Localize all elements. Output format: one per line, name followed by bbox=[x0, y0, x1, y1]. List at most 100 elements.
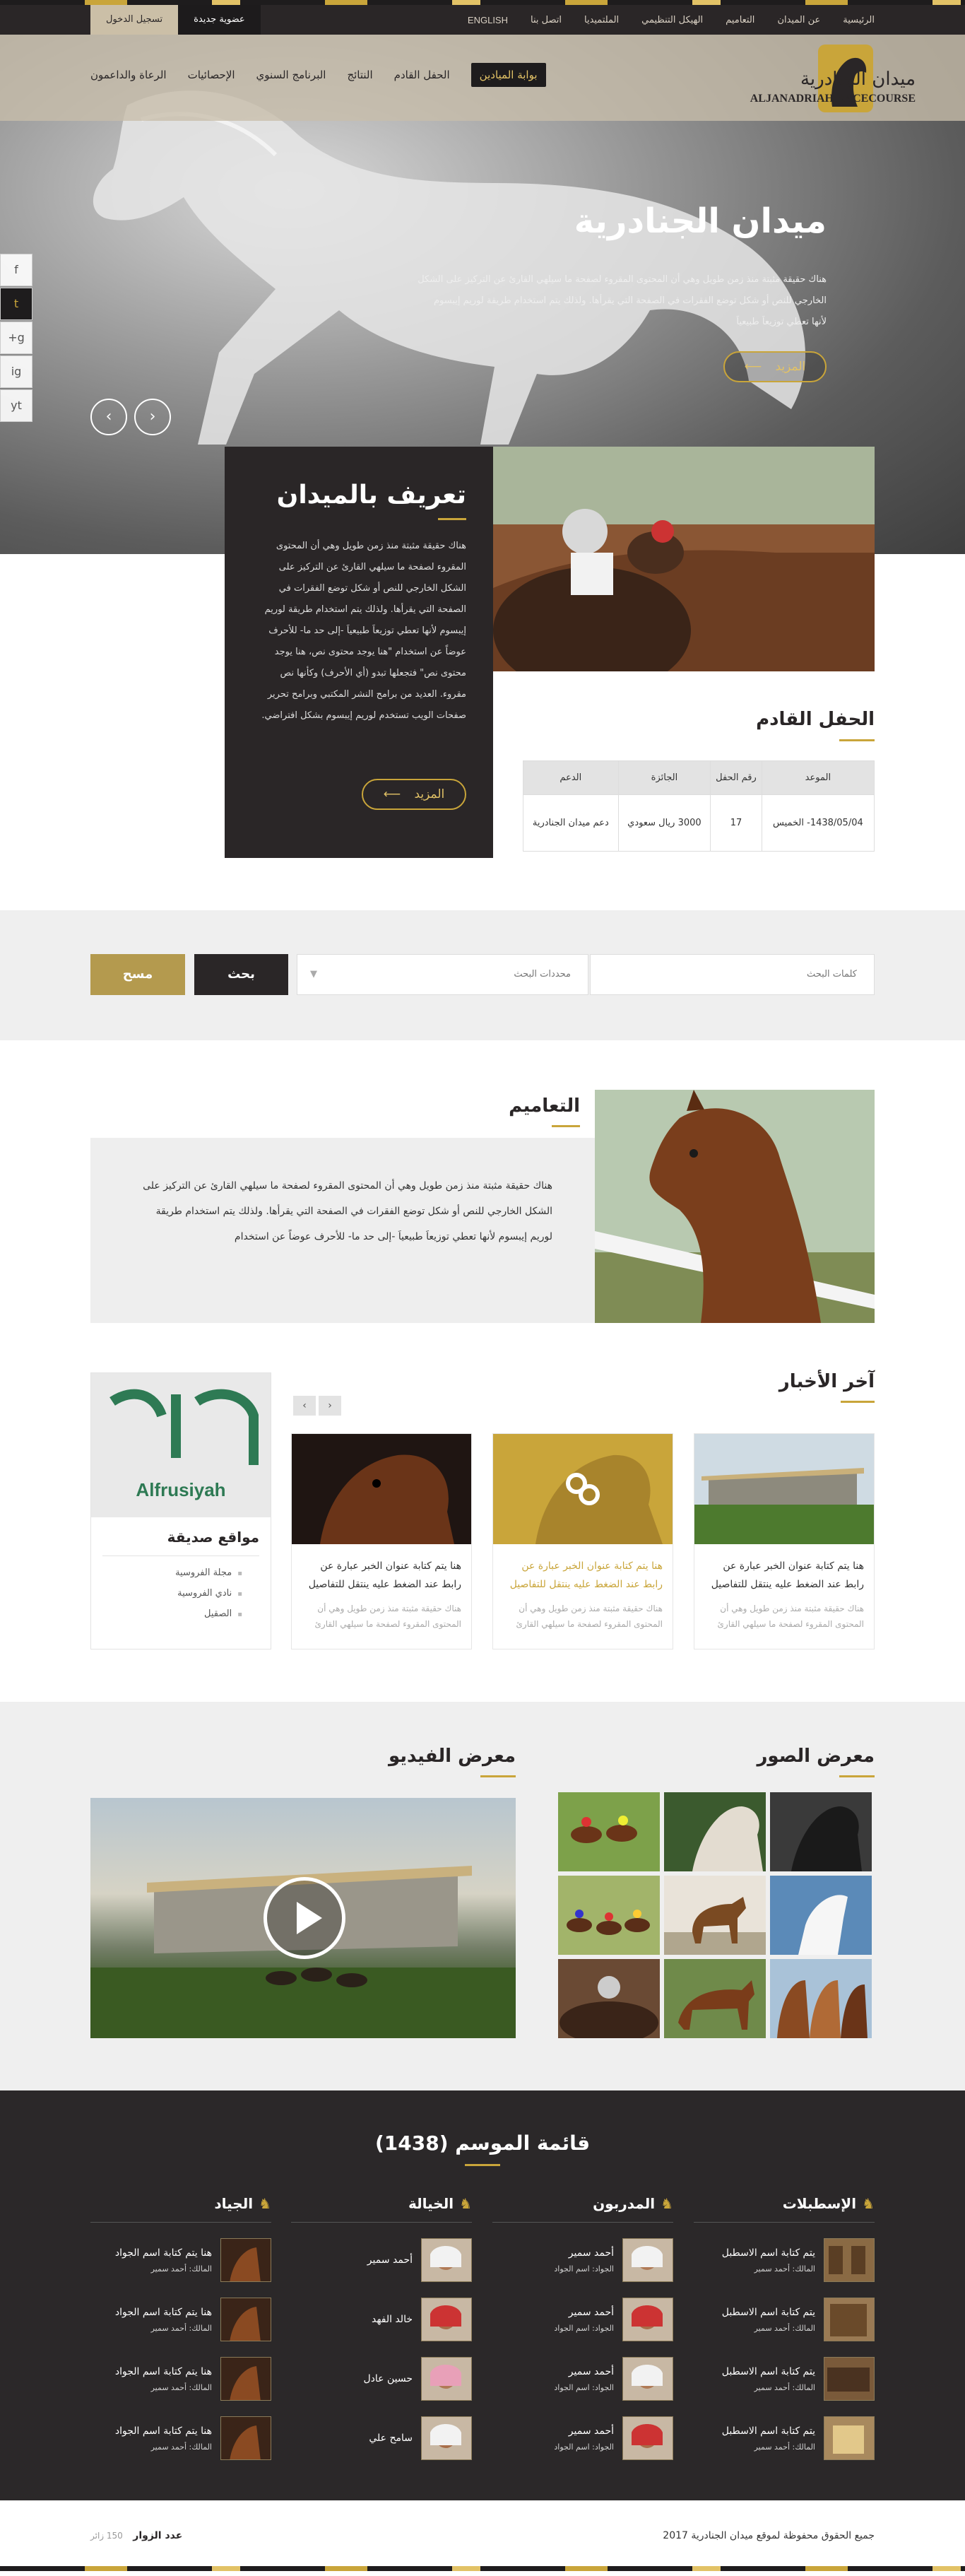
list-item[interactable]: سامح علي bbox=[291, 2416, 472, 2460]
hero-title: ميدان الجنادرية bbox=[574, 201, 827, 241]
login-button[interactable]: تسجيل الدخول bbox=[90, 5, 179, 35]
main-nav-annual-program[interactable]: البرنامج السنوي bbox=[256, 69, 326, 81]
top-nav-contact[interactable]: اتصل بنا bbox=[531, 15, 562, 25]
friend-site-link[interactable]: الصقيل bbox=[102, 1604, 242, 1625]
news-excerpt: هناك حقيقة مثبتة منذ زمن طويل وهي أن الم… bbox=[516, 1604, 663, 1629]
news-card[interactable]: هنا يتم كتابة عنوان الخبر عبارة عن رابط … bbox=[291, 1433, 472, 1649]
news-card[interactable]: هنا يتم كتابة عنوان الخبر عبارة عن رابط … bbox=[492, 1433, 673, 1649]
list-item[interactable]: أحمد سمير الجواد: اسم الجواد bbox=[492, 2298, 673, 2341]
search-filter-label: محددات البحث bbox=[514, 969, 571, 980]
youtube-icon[interactable]: yt bbox=[0, 389, 32, 422]
footer: جميع الحقوق محفوظة لموقع ميدان الجنادرية… bbox=[0, 2500, 965, 2571]
friend-site-link[interactable]: نادي الفروسية bbox=[102, 1584, 242, 1604]
stable-thumb bbox=[824, 2238, 875, 2282]
bottom-stripe bbox=[0, 2566, 965, 2571]
main-nav-portal[interactable]: بوابة الميادين bbox=[470, 63, 546, 87]
gallery-photo[interactable] bbox=[664, 1959, 766, 2038]
top-nav-home[interactable]: الرئيسية bbox=[843, 15, 875, 25]
slider-prev-icon[interactable]: ‹ bbox=[90, 399, 127, 435]
list-item[interactable]: هنا يتم كتابة اسم الجواد المالك: أحمد سمي… bbox=[90, 2298, 271, 2341]
google-plus-icon[interactable]: g+ bbox=[0, 322, 32, 354]
list-item[interactable]: أحمد سمير bbox=[291, 2238, 472, 2282]
list-item[interactable]: هنا يتم كتابة اسم الجواد المالك: أحمد سمي… bbox=[90, 2357, 271, 2401]
hero-more-button[interactable]: المزيد ⟵ bbox=[723, 351, 827, 382]
alfrusiyah-logo[interactable]: Alfrusiyah bbox=[91, 1373, 271, 1517]
facebook-icon[interactable]: f bbox=[0, 254, 32, 286]
slider-next-icon[interactable]: › bbox=[134, 399, 171, 435]
horse-thumb-image bbox=[221, 2239, 271, 2281]
search-section: كلمات البحث محددات البحث ▼ بحث مسح bbox=[0, 910, 965, 1040]
main-nav-statistics[interactable]: الإحصائيات bbox=[188, 69, 235, 81]
twitter-icon[interactable]: t bbox=[0, 288, 32, 320]
list-item[interactable]: يتم كتابة اسم الاسطبل المالك: أحمد سمير bbox=[694, 2238, 875, 2282]
clear-button[interactable]: مسح bbox=[90, 954, 185, 995]
play-icon[interactable] bbox=[264, 1877, 345, 1959]
list-item[interactable]: هنا يتم كتابة اسم الجواد المالك: أحمد سمي… bbox=[90, 2238, 271, 2282]
avatar bbox=[421, 2416, 472, 2460]
list-item[interactable]: أحمد سمير الجواد: اسم الجواد bbox=[492, 2357, 673, 2401]
jockey-name: سامح علي bbox=[369, 2433, 413, 2444]
gallery-photo[interactable] bbox=[770, 1792, 872, 1871]
friend-site-link[interactable]: مجلة الفروسية bbox=[102, 1563, 242, 1584]
main-nav-upcoming[interactable]: الحفل القادم bbox=[394, 69, 450, 81]
gallery-photo-image bbox=[664, 1959, 766, 2038]
list-item[interactable]: خالد الفهد bbox=[291, 2298, 472, 2341]
hero-slider-arrows: ‹ › bbox=[90, 399, 171, 435]
news-next-icon[interactable]: › bbox=[319, 1396, 341, 1416]
search-filter-select[interactable]: محددات البحث ▼ bbox=[297, 954, 588, 995]
list-item[interactable]: أحمد سمير الجواد: اسم الجواد bbox=[492, 2416, 673, 2460]
news-headline: هنا يتم كتابة عنوان الخبر عبارة عن رابط … bbox=[711, 1560, 864, 1590]
list-item[interactable]: يتم كتابة اسم الاسطبل المالك: أحمد سمير bbox=[694, 2357, 875, 2401]
news-card[interactable]: هنا يتم كتابة عنوان الخبر عبارة عن رابط … bbox=[694, 1433, 875, 1649]
gallery-photo[interactable] bbox=[664, 1792, 766, 1871]
social-bar: f t g+ ig yt bbox=[0, 254, 32, 423]
logo-text-english: ALJANADRIAH RACECOURSE bbox=[750, 93, 916, 105]
horses-column: ♞ الجياد هنا يتم كتابة اسم الجواد المالك: … bbox=[90, 2195, 271, 2460]
main-nav-results[interactable]: النتائج bbox=[347, 69, 372, 81]
list-item[interactable]: يتم كتابة اسم الاسطبل المالك: أحمد سمير bbox=[694, 2416, 875, 2460]
gallery-photo[interactable] bbox=[558, 1959, 660, 2038]
top-nav-english[interactable]: ENGLISH bbox=[468, 15, 508, 25]
main-nav-sponsors[interactable]: الرعاة والداعمون bbox=[90, 69, 167, 81]
stable-owner: المالك: أحمد سمير bbox=[754, 2382, 815, 2392]
membership-button[interactable]: عضوية جديدة bbox=[178, 5, 261, 35]
list-item[interactable]: حسين عادل bbox=[291, 2357, 472, 2401]
gallery-photo[interactable] bbox=[770, 1959, 872, 2038]
news-headline: هنا يتم كتابة عنوان الخبر عبارة عن رابط … bbox=[308, 1560, 461, 1590]
stable-name: يتم كتابة اسم الاسطبل bbox=[721, 2247, 815, 2259]
gallery-photo[interactable] bbox=[558, 1792, 660, 1871]
avatar bbox=[421, 2357, 472, 2401]
about-more-button[interactable]: المزيد ⟵ bbox=[362, 779, 466, 810]
search-button[interactable]: بحث bbox=[194, 954, 288, 995]
list-item[interactable]: أحمد سمير الجواد: اسم الجواد bbox=[492, 2238, 673, 2282]
search-keywords-input[interactable]: كلمات البحث bbox=[590, 954, 875, 995]
top-nav-circulars[interactable]: التعاميم bbox=[726, 15, 754, 25]
media-section: معرض الصور معرض الفيديو bbox=[0, 1702, 965, 2090]
circulars-box: هناك حقيقة مثبتة منذ زمن طويل وهي أن الم… bbox=[90, 1138, 595, 1323]
top-nav-multimedia[interactable]: الملتميديا bbox=[584, 15, 619, 25]
stables-title: ♞ الإسطبلات bbox=[694, 2195, 875, 2223]
upcoming-title-rule bbox=[839, 739, 875, 741]
avatar-image bbox=[623, 2239, 673, 2281]
table-header-number: رقم الحفل bbox=[710, 760, 762, 795]
gallery-photo-image bbox=[770, 1876, 872, 1955]
gallery-photo[interactable] bbox=[664, 1876, 766, 1955]
instagram-icon[interactable]: ig bbox=[0, 355, 32, 388]
list-item[interactable]: يتم كتابة اسم الاسطبل المالك: أحمد سمير bbox=[694, 2298, 875, 2341]
horse-thumb-image bbox=[221, 2358, 271, 2400]
logo-text-arabic: ميدان الجنادرية bbox=[800, 69, 916, 90]
top-nav-structure[interactable]: الهيكل التنظيمي bbox=[641, 15, 703, 25]
video-player[interactable] bbox=[90, 1798, 516, 2038]
stable-thumb bbox=[824, 2298, 875, 2341]
gallery-photo[interactable] bbox=[558, 1876, 660, 1955]
list-item[interactable]: هنا يتم كتابة اسم الجواد المالك: أحمد سمي… bbox=[90, 2416, 271, 2460]
trainer-name: أحمد سمير bbox=[568, 2425, 614, 2437]
top-nav-about[interactable]: عن الميدان bbox=[777, 15, 820, 25]
video-gallery-rule bbox=[480, 1775, 516, 1777]
gallery-photo[interactable] bbox=[770, 1876, 872, 1955]
gallery-photo-image bbox=[664, 1876, 766, 1955]
news-prev-icon[interactable]: ‹ bbox=[293, 1396, 316, 1416]
avatar bbox=[622, 2416, 673, 2460]
friend-sites-card: Alfrusiyah مواقع صديقة مجلة الفروسية ناد… bbox=[90, 1372, 271, 1649]
horse-owner: المالك: أحمد سمير bbox=[150, 2323, 212, 2333]
